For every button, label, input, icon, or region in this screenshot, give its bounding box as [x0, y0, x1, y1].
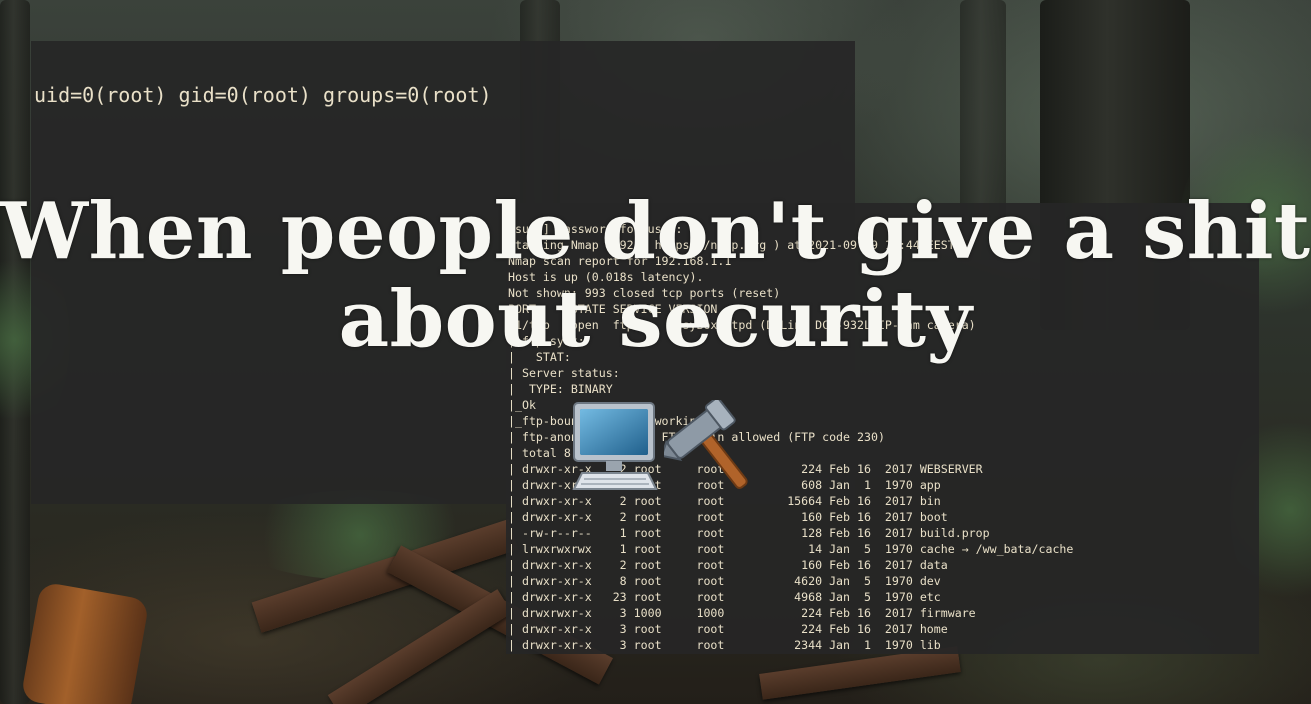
hammer-icon	[664, 400, 748, 489]
terminal-output-line: | Server status:	[508, 366, 620, 380]
terminal-output-line: | drwxrwxr-x 3 1000 1000 224 Feb 16 2017…	[508, 606, 976, 620]
terminal-output-line: uid=0(root) gid=0(root) groups=0(root)	[34, 83, 492, 107]
terminal-output-line: | drwxr-xr-x 2 root root 15664 Feb 16 20…	[508, 494, 941, 508]
terminal-output-line: | drwxr-xr-x 2 root root 160 Feb 16 2017…	[508, 558, 948, 572]
terminal-output-line: | drwxr-xr-x 23 root root 4968 Jan 5 197…	[508, 590, 941, 604]
desktop-computer-icon	[572, 402, 658, 490]
caption-line-1: When people don't give a shit	[0, 186, 1311, 277]
terminal-output-line: | lrwxrwxrwx 1 root root 14 Jan 5 1970 c…	[508, 542, 1074, 556]
terminal-output-line: | drwxr-xr-x 3 root root 2344 Jan 1 1970…	[508, 638, 941, 652]
meme-image: uid=0(root) gid=0(root) groups=0(root) […	[0, 0, 1311, 704]
wooden-plank	[759, 646, 961, 700]
terminal-output-line: | drwxr-xr-x 8 root root 4620 Jan 5 1970…	[508, 574, 941, 588]
terminal-output-line: | drwxr-xr-x 3 root root 224 Feb 16 2017…	[508, 622, 948, 636]
terminal-output-line: | -rw-r--r-- 1 root root 128 Feb 16 2017…	[508, 526, 990, 540]
terminal-output-line: | TYPE: BINARY	[508, 382, 613, 396]
caption-line-2: about security	[338, 274, 973, 365]
tree-log	[20, 581, 150, 704]
meme-caption: When people don't give a shit about secu…	[0, 188, 1311, 364]
wooden-plank	[327, 589, 513, 704]
terminal-output-line: | drwxr-xr-x 2 root root 160 Feb 16 2017…	[508, 510, 948, 524]
